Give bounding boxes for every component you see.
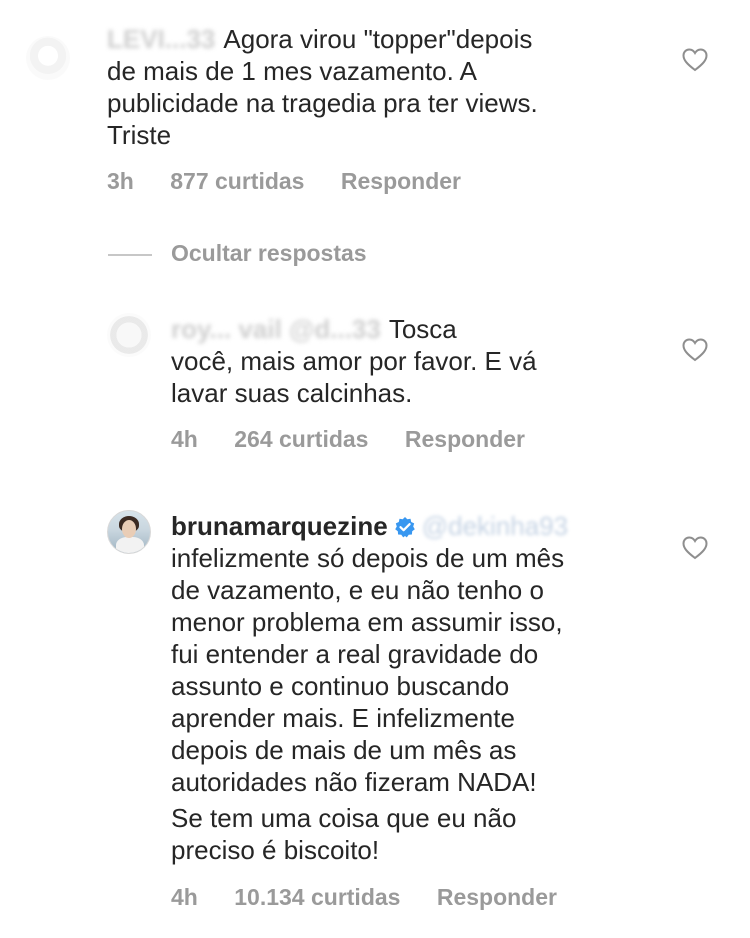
divider [108,254,152,256]
comment-text: LEVI...33 Agora virou "topper"depois de m… [107,23,667,151]
avatar[interactable] [107,510,151,554]
heart-outline-icon[interactable] [682,536,708,560]
comment-body-rest: você, mais amor por favor. E vá lavar su… [171,346,537,408]
reply-button[interactable]: Responder [437,884,557,910]
reply-button[interactable]: Responder [341,168,461,194]
comment-likes[interactable]: 877 curtidas [170,168,304,194]
heart-outline-icon[interactable] [682,48,708,72]
heart-outline-icon[interactable] [682,338,708,362]
hide-replies-label[interactable]: Ocultar respostas [171,240,367,267]
reply-button[interactable]: Responder [405,426,525,452]
comment-body: Se tem uma coisa que eu não preciso é bi… [171,803,517,865]
comment-meta: 4h 264 curtidas Responder [171,426,555,453]
comment-meta: 3h 877 curtidas Responder [107,168,491,195]
comment-likes[interactable]: 264 curtidas [234,426,368,452]
comment-mention[interactable]: @dekinha93 [422,510,568,542]
comment-time: 4h [171,884,198,910]
comment-meta: 4h 10.134 curtidas Responder [171,884,587,911]
comment-text-paragraph-2: Se tem uma coisa que eu não preciso é bi… [171,802,651,866]
comment-likes[interactable]: 10.134 curtidas [234,884,400,910]
comment-username[interactable]: LEVI...33 [107,23,215,55]
avatar-figure [116,537,144,553]
comment-username[interactable]: roy... vail @d...33 [171,313,381,345]
avatar[interactable] [107,313,151,357]
comment-body: infelizmente só depois de um mês de vaza… [171,543,565,797]
comment-body: Tosca [388,314,457,344]
avatar[interactable] [26,36,70,80]
avatar-figure [122,520,136,538]
comment-username[interactable]: brunamarquezine [171,511,388,541]
comment-time: 3h [107,168,134,194]
comment-time: 4h [171,426,198,452]
verified-badge-icon [394,517,415,538]
comment-text: brunamarquezine @dekinha93 infelizmente s… [171,510,651,798]
comment-text: roy... vail @d...33 Tosca você, mais amor… [171,313,641,409]
